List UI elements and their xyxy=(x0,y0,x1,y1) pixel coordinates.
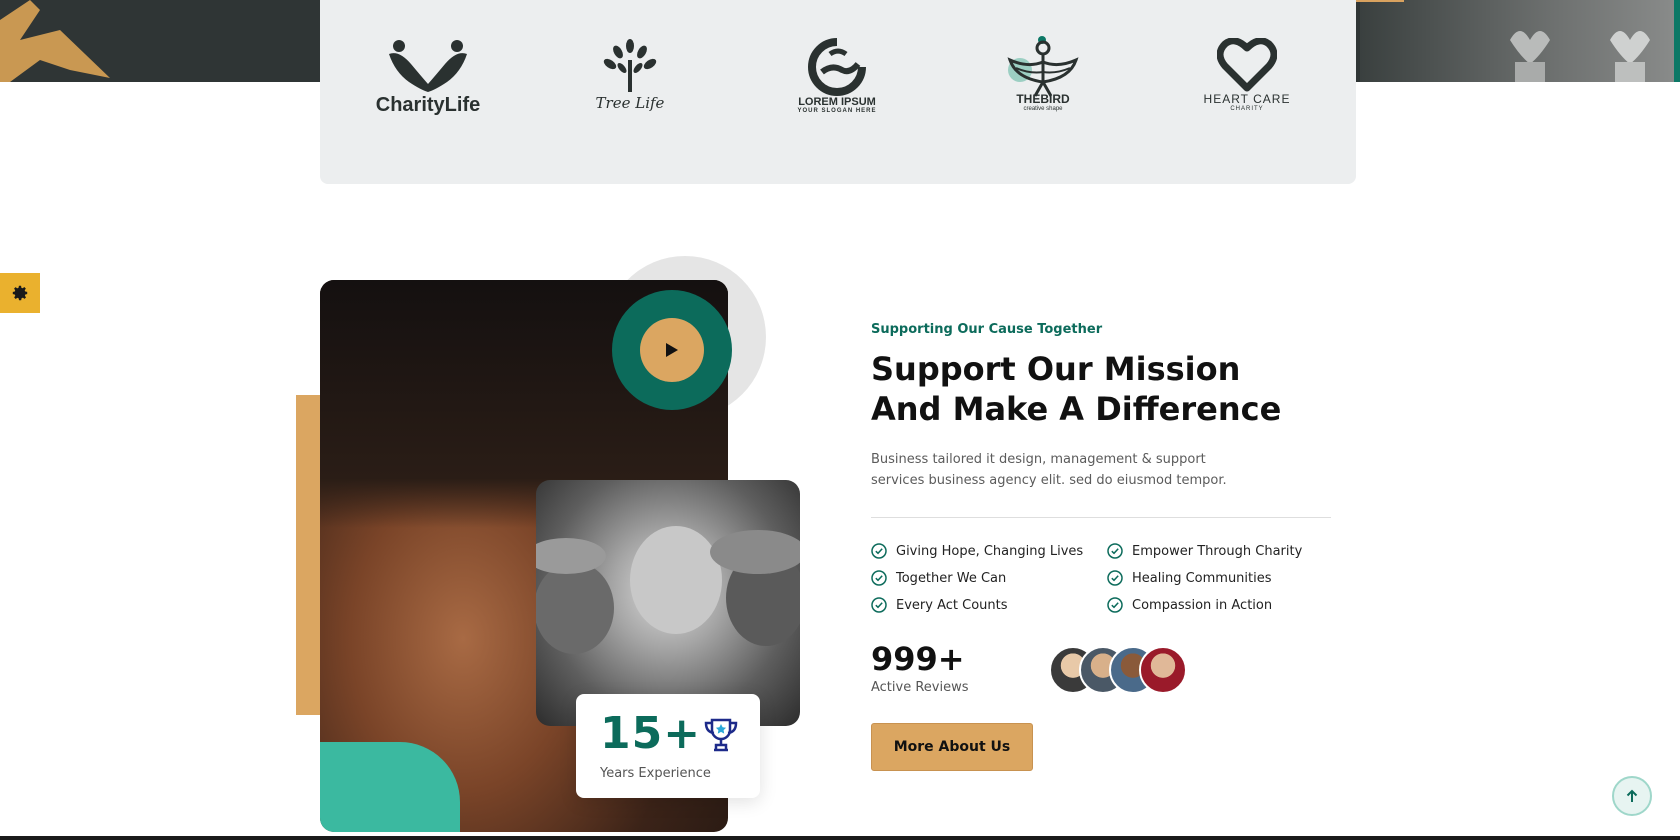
hands-heart-photo xyxy=(1360,0,1680,82)
feature-label: Together We Can xyxy=(896,570,1007,586)
feature-item: Compassion in Action xyxy=(1107,596,1327,614)
about-section: Supporting Our Cause Together Support Ou… xyxy=(871,322,1331,771)
partner-logo-charitylife: CharityLife xyxy=(363,38,493,124)
hands-circle-logo-icon xyxy=(808,38,866,96)
reviews-label: Active Reviews xyxy=(871,680,969,695)
feature-item: Together We Can xyxy=(871,569,1107,587)
play-video-button[interactable] xyxy=(612,290,732,410)
section-description: Business tailored it design, management … xyxy=(871,452,1227,488)
feature-label: Empower Through Charity xyxy=(1132,543,1303,559)
feature-label: Giving Hope, Changing Lives xyxy=(896,543,1084,559)
tree-logo-icon xyxy=(603,39,657,92)
experience-label: Years Experience xyxy=(600,766,711,781)
feature-label: Healing Communities xyxy=(1132,570,1272,586)
check-circle-icon xyxy=(871,543,887,559)
check-circle-icon xyxy=(871,570,887,586)
experience-card: 15+ Years Experience xyxy=(576,694,760,798)
check-circle-icon xyxy=(871,597,887,613)
brand-name: CharityLife xyxy=(375,94,481,116)
reviews-counter: 999+ Active Reviews xyxy=(871,640,969,695)
feature-label: Every Act Counts xyxy=(896,597,1008,613)
settings-button[interactable] xyxy=(0,273,40,313)
avatar xyxy=(1138,646,1187,694)
arrow-up-icon xyxy=(1626,789,1638,802)
charitylife-logo-icon xyxy=(389,40,467,92)
scroll-to-top-button[interactable] xyxy=(1612,776,1652,816)
partner-logos-bar: CharityLife Tree Life LOREM IPSUM YOUR S… xyxy=(320,0,1356,184)
brand-tagline: CHARITY xyxy=(1230,106,1264,112)
reviewer-avatars xyxy=(1048,646,1187,694)
brand-tagline: YOUR SLOGAN HERE xyxy=(797,108,877,114)
partner-logo-heart-care: HEART CARE CHARITY xyxy=(1182,38,1312,124)
partner-logo-thebird: THEBIRD creative shape xyxy=(978,38,1108,124)
partner-logo-lorem-ipsum: LOREM IPSUM YOUR SLOGAN HERE xyxy=(772,38,902,124)
partner-logo-treelife: Tree Life xyxy=(565,38,695,124)
kids-bw-photo xyxy=(536,480,800,726)
feature-item: Empower Through Charity xyxy=(1107,542,1327,560)
heart-logo-icon xyxy=(1217,38,1277,92)
edge-accent xyxy=(1674,0,1680,82)
divider xyxy=(871,517,1331,518)
brand-name: THEBIRD xyxy=(1016,92,1070,106)
feature-list: Giving Hope, Changing Lives Empower Thro… xyxy=(871,542,1331,614)
check-circle-icon xyxy=(1107,570,1123,586)
trophy-icon xyxy=(704,718,738,752)
brand-name: LOREM IPSUM xyxy=(798,96,876,108)
play-button-inner xyxy=(640,318,704,382)
brand-tagline: creative shape xyxy=(1023,106,1063,112)
reviews-count: 999+ xyxy=(871,640,965,678)
play-icon xyxy=(666,343,678,357)
more-about-us-button[interactable]: More About Us xyxy=(871,723,1033,771)
section-title: Support Our Mission And Make A Differenc… xyxy=(871,349,1331,429)
brush-stroke-decoration xyxy=(0,0,110,82)
bottom-edge xyxy=(0,836,1680,840)
reviews-stats: 999+ Active Reviews xyxy=(871,640,1331,695)
feature-item: Giving Hope, Changing Lives xyxy=(871,542,1107,560)
feature-item: Every Act Counts xyxy=(871,596,1107,614)
photo-teal-shirt xyxy=(320,742,460,832)
title-line-2: And Make A Difference xyxy=(871,390,1282,428)
feature-label: Compassion in Action xyxy=(1132,597,1273,613)
accent-bar xyxy=(296,395,320,715)
brand-name: HEART CARE xyxy=(1203,92,1291,106)
bird-logo-icon xyxy=(1007,40,1079,97)
gear-icon xyxy=(12,285,28,301)
check-circle-icon xyxy=(1107,543,1123,559)
check-circle-icon xyxy=(1107,597,1123,613)
brand-name: Tree Life xyxy=(595,94,665,112)
section-eyebrow: Supporting Our Cause Together xyxy=(871,322,1103,337)
title-line-1: Support Our Mission xyxy=(871,350,1241,388)
feature-item: Healing Communities xyxy=(1107,569,1327,587)
